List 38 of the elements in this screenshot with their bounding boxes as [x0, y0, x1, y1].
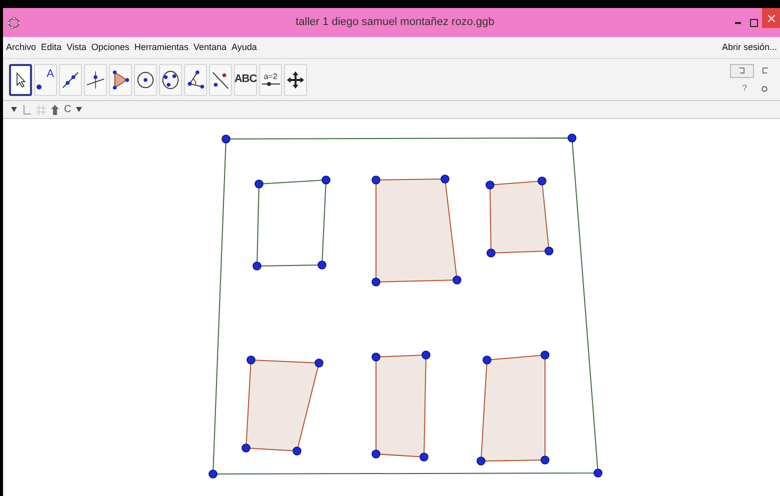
menu-item[interactable]: Archivo	[6, 40, 36, 54]
text-tool-label: ABC	[234, 72, 257, 88]
tool-button[interactable]: ABC	[234, 64, 257, 96]
app-logo-icon	[8, 16, 20, 28]
caret-icon[interactable]	[11, 107, 17, 112]
point-icon	[35, 82, 43, 90]
slider-label: a=2	[264, 72, 278, 80]
settings-icon[interactable]	[761, 84, 768, 92]
undo-button[interactable]	[730, 64, 754, 78]
maximize-icon	[750, 18, 758, 26]
home-icon[interactable]	[51, 104, 59, 114]
menu-item[interactable]: Vista	[66, 40, 86, 54]
triangle-icon	[110, 68, 131, 90]
move-arrows-icon	[285, 68, 306, 90]
minimize-icon	[735, 22, 741, 24]
menu-item[interactable]: Ayuda	[232, 40, 257, 54]
slider-icon	[260, 80, 280, 86]
angle-icon	[185, 68, 206, 90]
perpendicular-icon	[85, 68, 106, 90]
menu-item[interactable]: Edita	[41, 40, 62, 54]
point-label: A	[46, 68, 54, 80]
point-capture-label[interactable]: C	[64, 102, 72, 117]
menu-item[interactable]: Opciones	[91, 40, 130, 54]
redo-icon	[761, 67, 769, 74]
tool-button[interactable]	[9, 64, 32, 96]
menu-item[interactable]: Herramientas	[134, 40, 188, 54]
caret-icon[interactable]	[76, 107, 82, 112]
sign-in-link[interactable]: Abrir sesión...	[722, 40, 777, 54]
undo-icon	[738, 67, 746, 74]
ellipse-icon	[160, 68, 181, 90]
tool-button[interactable]: A	[34, 64, 57, 96]
menu-item[interactable]: Ventana	[193, 40, 226, 54]
close-button[interactable]	[762, 8, 780, 28]
axes-icon[interactable]	[22, 104, 31, 114]
window-title: taller 1 diego samuel montañez rozo.ggb	[294, 15, 496, 30]
close-icon	[768, 14, 774, 22]
help-button[interactable]: ?	[742, 82, 747, 96]
tool-button[interactable]: a=2	[259, 64, 282, 96]
